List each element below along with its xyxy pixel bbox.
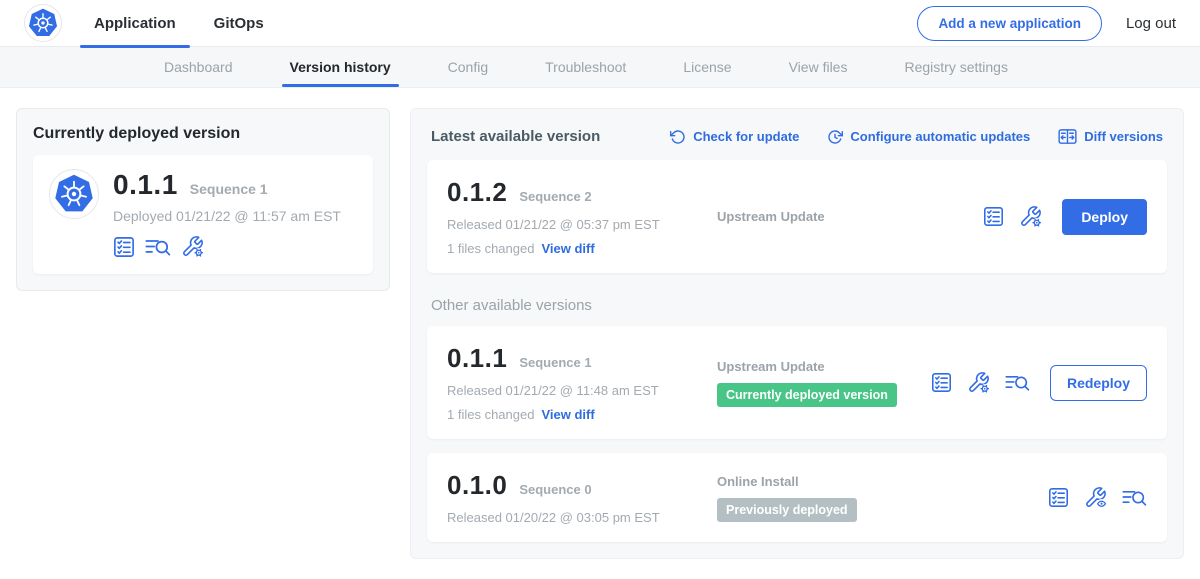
view-diff-link[interactable]: View diff: [541, 241, 594, 256]
released-timestamp: Released 01/21/22 @ 11:48 am EST: [447, 383, 703, 398]
deployed-sequence-label: Sequence 1: [190, 181, 268, 197]
kubernetes-logo-icon: [28, 8, 58, 38]
checklist-icon[interactable]: [113, 236, 135, 258]
version-card-0-1-2: 0.1.2 Sequence 2 Released 01/21/22 @ 05:…: [427, 160, 1167, 273]
app-subnav: Dashboard Version history Config Trouble…: [0, 47, 1200, 88]
released-timestamp: Released 01/21/22 @ 05:37 pm EST: [447, 217, 703, 232]
version-card-0-1-0: 0.1.0 Sequence 0 Released 01/20/22 @ 03:…: [427, 453, 1167, 542]
deployed-timestamp: Deployed 01/21/22 @ 11:57 am EST: [113, 208, 341, 224]
sequence-label: Sequence 0: [519, 482, 591, 497]
currently-deployed-title: Currently deployed version: [33, 125, 373, 143]
other-available-versions-title: Other available versions: [431, 297, 1163, 314]
tab-gitops[interactable]: GitOps: [214, 0, 264, 47]
app-logo: [24, 4, 62, 42]
deployed-version-number: 0.1.1: [113, 169, 178, 201]
subnav-registry-settings[interactable]: Registry settings: [904, 47, 1007, 87]
tab-application[interactable]: Application: [94, 0, 176, 47]
deploy-button[interactable]: Deploy: [1062, 199, 1147, 235]
logs-search-icon[interactable]: [1122, 487, 1147, 508]
checklist-icon[interactable]: [931, 372, 952, 393]
latest-available-title: Latest available version: [431, 128, 600, 145]
subnav-config[interactable]: Config: [448, 47, 488, 87]
deployed-version-card: 0.1.1 Sequence 1 Deployed 01/21/22 @ 11:…: [33, 155, 373, 274]
subnav-version-history[interactable]: Version history: [290, 47, 391, 87]
checklist-icon[interactable]: [1048, 487, 1069, 508]
logout-button[interactable]: Log out: [1126, 15, 1176, 32]
currently-deployed-panel: Currently deployed version 0.1.1 Sequenc…: [16, 108, 390, 291]
diff-icon: [1058, 127, 1077, 146]
deployed-app-logo: [49, 169, 99, 219]
version-number: 0.1.2: [447, 177, 507, 208]
top-header: Application GitOps Add a new application…: [0, 0, 1200, 47]
subnav-license[interactable]: License: [683, 47, 731, 87]
logs-search-icon[interactable]: [1005, 372, 1030, 393]
view-diff-link[interactable]: View diff: [541, 407, 594, 422]
files-changed-label: 1 files changed: [447, 241, 534, 256]
wrench-gear-icon[interactable]: [181, 235, 204, 258]
subnav-troubleshoot[interactable]: Troubleshoot: [545, 47, 626, 87]
currently-deployed-badge: Currently deployed version: [717, 383, 897, 407]
add-application-button[interactable]: Add a new application: [917, 6, 1102, 41]
wrench-eye-icon[interactable]: [1084, 486, 1107, 509]
refresh-icon: [670, 129, 686, 145]
version-number: 0.1.0: [447, 470, 507, 501]
files-changed-label: 1 files changed: [447, 407, 534, 422]
version-number: 0.1.1: [447, 343, 507, 374]
previously-deployed-badge: Previously deployed: [717, 498, 857, 522]
redeploy-button[interactable]: Redeploy: [1050, 365, 1147, 401]
wrench-gear-icon[interactable]: [1019, 205, 1042, 228]
version-source-label: Upstream Update: [717, 359, 931, 374]
check-for-update-label: Check for update: [693, 129, 799, 144]
main-content: Currently deployed version 0.1.1 Sequenc…: [0, 88, 1200, 579]
logs-search-icon[interactable]: [145, 236, 171, 258]
diff-versions-label: Diff versions: [1084, 129, 1163, 144]
subnav-view-files[interactable]: View files: [789, 47, 848, 87]
released-timestamp: Released 01/20/22 @ 03:05 pm EST: [447, 510, 703, 525]
version-source-label: Upstream Update: [717, 209, 983, 224]
version-card-0-1-1: 0.1.1 Sequence 1 Released 01/21/22 @ 11:…: [427, 326, 1167, 439]
kubernetes-logo-icon: [54, 174, 94, 214]
configure-automatic-updates-label: Configure automatic updates: [850, 129, 1030, 144]
sequence-label: Sequence 2: [519, 189, 591, 204]
available-versions-panel: Latest available version Check for updat…: [410, 108, 1184, 559]
subnav-dashboard[interactable]: Dashboard: [164, 47, 233, 87]
check-for-update-link[interactable]: Check for update: [670, 129, 799, 145]
configure-automatic-updates-link[interactable]: Configure automatic updates: [827, 129, 1030, 145]
version-source-label: Online Install: [717, 474, 1048, 489]
wrench-gear-icon[interactable]: [967, 371, 990, 394]
clock-refresh-icon: [827, 129, 843, 145]
diff-versions-link[interactable]: Diff versions: [1058, 127, 1163, 146]
checklist-icon[interactable]: [983, 206, 1004, 227]
tab-application-label: Application: [94, 15, 176, 32]
sequence-label: Sequence 1: [519, 355, 591, 370]
tab-gitops-label: GitOps: [214, 15, 264, 32]
